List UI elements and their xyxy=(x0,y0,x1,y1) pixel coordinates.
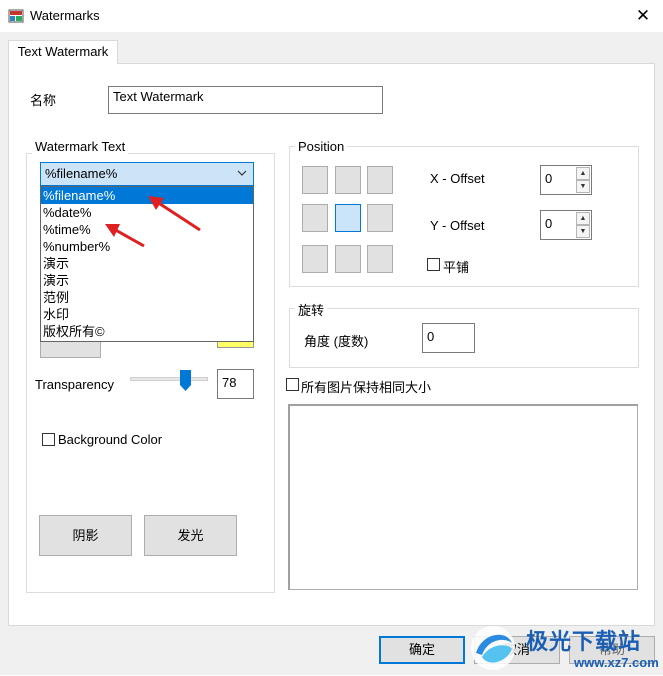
position-cell-top-left[interactable] xyxy=(302,166,328,194)
dropdown-option[interactable]: 范例 xyxy=(41,289,253,306)
x-offset-spin-buttons: ▲ ▼ xyxy=(576,167,590,193)
position-group-title: Position xyxy=(295,139,348,154)
transparency-value: 78 xyxy=(222,375,237,390)
window-title: Watermarks xyxy=(30,8,100,23)
close-button[interactable]: ✕ xyxy=(628,4,658,28)
tile-checkbox[interactable] xyxy=(427,258,440,271)
position-cell-bottom-center[interactable] xyxy=(335,245,361,273)
y-offset-spinner[interactable]: 0 ▲ ▼ xyxy=(540,210,592,240)
transparency-slider-thumb[interactable] xyxy=(180,370,191,391)
position-cell-bottom-right[interactable] xyxy=(367,245,393,273)
x-offset-value: 0 xyxy=(545,171,553,186)
dropdown-option[interactable]: 演示 xyxy=(41,272,253,289)
name-input[interactable]: Text Watermark xyxy=(108,86,383,114)
spin-up-icon[interactable]: ▲ xyxy=(576,212,590,225)
shadow-button-label: 阴影 xyxy=(72,528,99,543)
watermark-text-combo-value: %filename% xyxy=(45,166,118,181)
position-cell-center[interactable] xyxy=(335,204,361,232)
watermark-text-combo[interactable]: %filename% xyxy=(40,162,254,186)
glow-button-label: 发光 xyxy=(177,528,204,543)
position-cell-middle-right[interactable] xyxy=(367,204,393,232)
name-label: 名称 xyxy=(30,93,57,108)
y-offset-value: 0 xyxy=(545,216,553,231)
y-offset-label: Y - Offset xyxy=(430,218,485,233)
y-offset-spin-buttons: ▲ ▼ xyxy=(576,212,590,238)
ok-button-label: 确定 xyxy=(408,642,435,657)
same-size-label: 所有图片保持相同大小 xyxy=(301,380,432,395)
brand-watermark-url: www.xz7.com xyxy=(574,655,659,670)
position-cell-bottom-left[interactable] xyxy=(302,245,328,273)
shadow-button[interactable]: 阴影 xyxy=(39,515,132,556)
rotation-group-title: 旋转 xyxy=(295,300,328,319)
name-input-value: Text Watermark xyxy=(113,89,204,104)
background-color-label: Background Color xyxy=(58,432,163,447)
position-cell-top-center[interactable] xyxy=(335,166,361,194)
same-size-checkbox[interactable] xyxy=(286,378,299,391)
dropdown-option[interactable]: 演示 xyxy=(41,255,253,272)
dropdown-option[interactable]: 水印 xyxy=(41,306,253,323)
annotation-arrow-icon xyxy=(148,196,201,232)
transparency-label: Transparency xyxy=(35,377,114,392)
angle-label: 角度 (度数) xyxy=(304,334,369,349)
position-cell-top-right[interactable] xyxy=(367,166,393,194)
transparency-value-input[interactable]: 78 xyxy=(217,369,254,399)
app-icon xyxy=(8,8,24,24)
spin-down-icon[interactable]: ▼ xyxy=(576,180,590,193)
transparency-slider-track[interactable] xyxy=(130,377,208,381)
angle-input[interactable]: 0 xyxy=(422,323,475,353)
glow-button[interactable]: 发光 xyxy=(144,515,237,556)
spin-down-icon[interactable]: ▼ xyxy=(576,225,590,238)
position-cell-middle-left[interactable] xyxy=(302,204,328,232)
angle-value: 0 xyxy=(427,329,435,344)
brand-logo-icon xyxy=(468,623,518,673)
background-color-checkbox[interactable] xyxy=(42,433,55,446)
close-icon: ✕ xyxy=(635,6,651,25)
annotation-arrow-icon xyxy=(105,224,145,248)
tab-text-watermark[interactable]: Text Watermark xyxy=(8,40,118,64)
x-offset-spinner[interactable]: 0 ▲ ▼ xyxy=(540,165,592,195)
brand-watermark-text: 极光下载站 xyxy=(526,629,642,654)
watermark-text-group-title: Watermark Text xyxy=(32,139,129,154)
preview-area xyxy=(288,404,638,590)
ok-button[interactable]: 确定 xyxy=(379,636,465,664)
dropdown-option[interactable]: 版权所有© xyxy=(41,323,253,340)
chevron-down-icon xyxy=(237,165,247,184)
tile-label: 平铺 xyxy=(443,260,470,275)
x-offset-label: X - Offset xyxy=(430,171,485,186)
spin-up-icon[interactable]: ▲ xyxy=(576,167,590,180)
